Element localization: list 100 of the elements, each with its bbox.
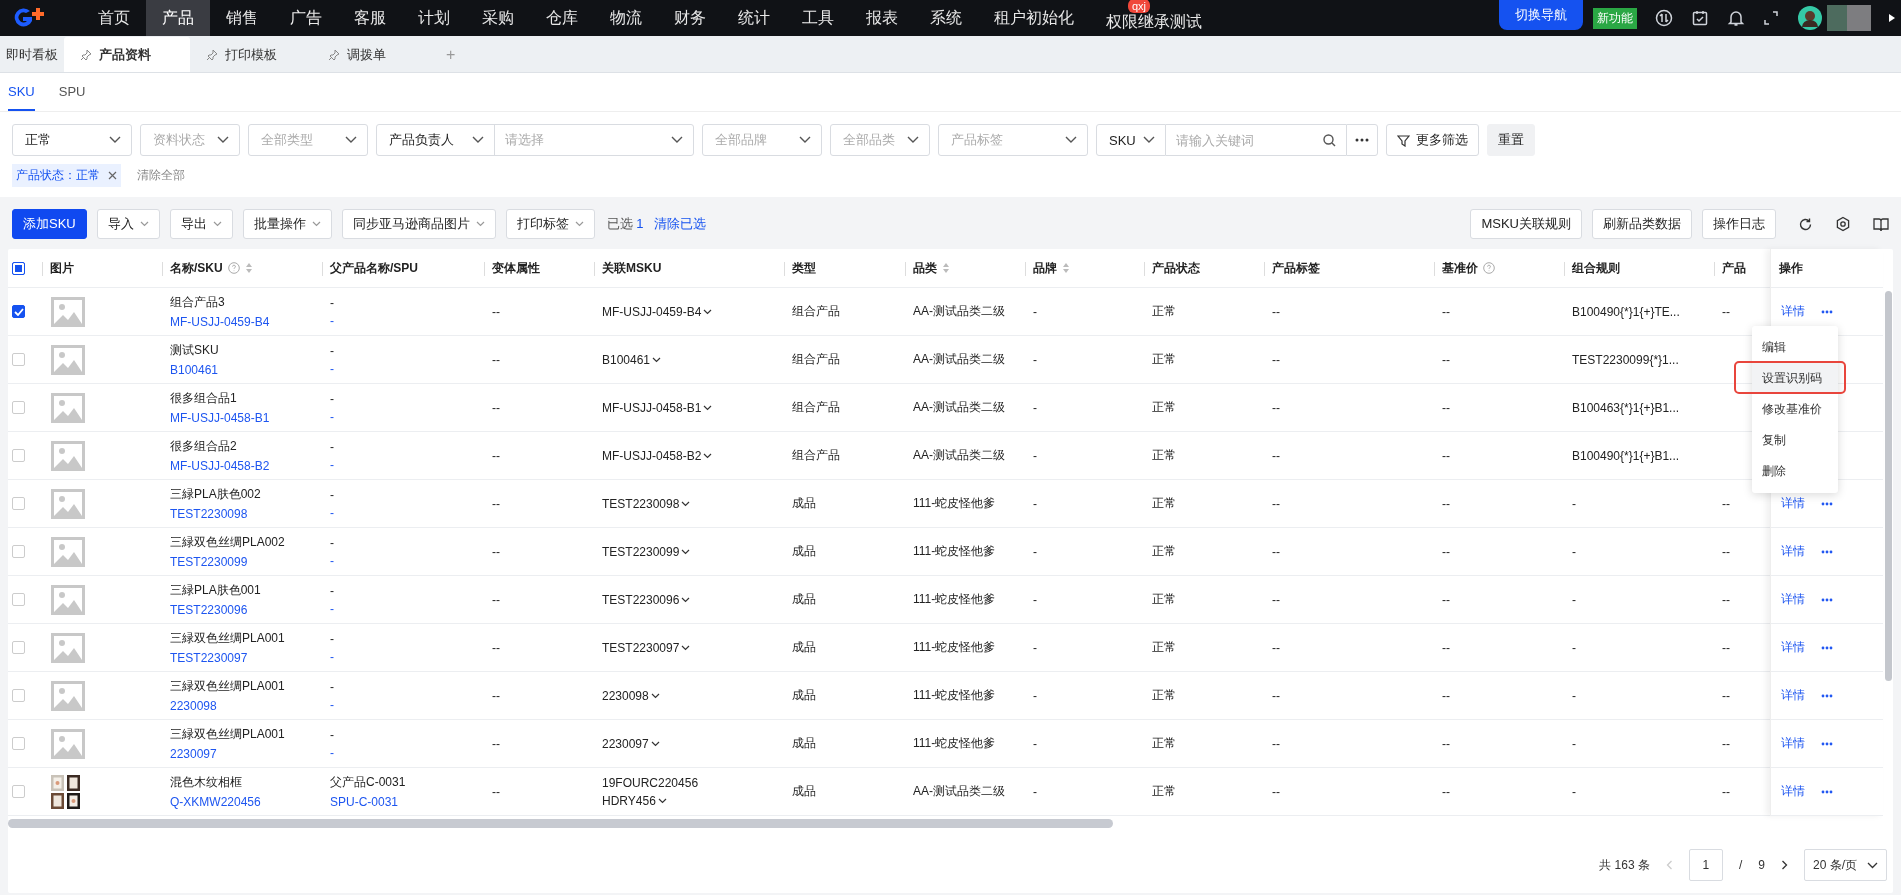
sku-link[interactable]: B100461 xyxy=(170,363,219,377)
more-icon[interactable] xyxy=(1821,645,1833,650)
nav-item[interactable]: 广告 xyxy=(274,0,338,36)
transfer-icon[interactable] xyxy=(1655,9,1673,27)
msku-value[interactable]: B100461 xyxy=(602,352,662,367)
pin-icon[interactable] xyxy=(328,48,340,61)
page-input[interactable]: 1 xyxy=(1688,849,1723,881)
close-icon[interactable] xyxy=(108,171,117,180)
dropdown-button[interactable]: 导入 xyxy=(96,209,160,239)
menu-item[interactable]: 设置识别码 xyxy=(1752,363,1838,394)
msku-value[interactable]: 2230097 xyxy=(602,736,660,751)
spu-link[interactable]: - xyxy=(330,313,334,328)
nav-item[interactable]: 物流 xyxy=(594,0,658,36)
spu-link[interactable]: - xyxy=(330,649,334,664)
select-all-checkbox[interactable] xyxy=(12,261,25,275)
refresh-icon[interactable] xyxy=(1798,216,1813,232)
caret-icon[interactable] xyxy=(1889,14,1895,22)
chevron-down-icon[interactable] xyxy=(703,404,713,411)
msku-value[interactable]: TEST2230099 xyxy=(602,544,691,559)
next-page-icon[interactable] xyxy=(1781,860,1788,870)
chevron-down-icon[interactable] xyxy=(703,308,713,315)
calendar-check-icon[interactable] xyxy=(1691,9,1709,27)
toolbar-button[interactable]: 刷新品类数据 xyxy=(1592,209,1692,239)
spu-link[interactable]: - xyxy=(330,457,334,472)
msku-value[interactable]: MF-USJJ-0458-B1 xyxy=(602,400,713,415)
chevron-down-icon[interactable] xyxy=(657,797,667,804)
clear-all-link[interactable]: 清除全部 xyxy=(137,167,185,184)
page-size-select[interactable]: 20 条/页 xyxy=(1804,849,1887,881)
pin-icon[interactable] xyxy=(206,48,218,61)
nav-item[interactable]: 财务 xyxy=(658,0,722,36)
msku-value[interactable]: TEST2230096 xyxy=(602,592,691,607)
menu-item[interactable]: 复制 xyxy=(1752,425,1838,456)
chevron-down-icon[interactable] xyxy=(703,452,713,459)
nav-item[interactable]: 租户初始化 xyxy=(978,0,1090,36)
more-icon[interactable] xyxy=(1821,309,1833,314)
chevron-down-icon[interactable] xyxy=(681,596,691,603)
menu-item[interactable]: 修改基准价 xyxy=(1752,394,1838,425)
spu-link[interactable]: - xyxy=(330,361,334,376)
msku-value[interactable]: MF-USJJ-0458-B2 xyxy=(602,448,713,463)
details-link[interactable]: 详情 xyxy=(1781,543,1805,560)
more-icon[interactable] xyxy=(1821,789,1833,794)
search-icon[interactable] xyxy=(1323,133,1336,147)
details-link[interactable]: 详情 xyxy=(1781,303,1805,320)
more-icon[interactable] xyxy=(1821,501,1833,506)
dropdown-button[interactable]: 打印标签 xyxy=(505,209,595,239)
spu-link[interactable]: - xyxy=(330,505,334,520)
page-tab[interactable]: 产品资料 xyxy=(64,37,190,72)
toolbar-button[interactable]: MSKU关联规则 xyxy=(1470,209,1582,239)
sku-link[interactable]: TEST2230097 xyxy=(170,651,248,665)
msku-value[interactable]: 2230098 xyxy=(602,688,660,703)
nav-item[interactable]: 权限继承测试 xyxy=(1090,13,1218,36)
chevron-down-icon[interactable] xyxy=(652,356,662,363)
nav-item[interactable]: 销售 xyxy=(210,0,274,36)
row-checkbox[interactable] xyxy=(12,305,25,318)
nav-item[interactable]: 采购 xyxy=(466,0,530,36)
menu-item[interactable]: 编辑 xyxy=(1752,332,1838,363)
details-link[interactable]: 详情 xyxy=(1781,687,1805,704)
dropdown-button[interactable]: 批量操作 xyxy=(242,209,332,239)
dropdown-button[interactable]: 导出 xyxy=(169,209,233,239)
sku-link[interactable]: TEST2230096 xyxy=(170,603,248,617)
clear-selected-link[interactable]: 清除已选 xyxy=(653,215,706,233)
nav-item[interactable]: 客服 xyxy=(338,0,402,36)
nav-item[interactable]: 报表 xyxy=(850,0,914,36)
switch-navigation-button[interactable]: 切换导航 xyxy=(1499,0,1583,30)
nav-item[interactable]: 仓库 xyxy=(530,0,594,36)
more-filters-button[interactable]: 更多筛选 xyxy=(1386,124,1479,156)
spu-link[interactable]: - xyxy=(330,553,334,568)
nav-item[interactable]: 首页 xyxy=(82,0,146,36)
toolbar-button[interactable]: 操作日志 xyxy=(1702,209,1776,239)
nav-item[interactable]: 工具 xyxy=(786,0,850,36)
chevron-down-icon[interactable] xyxy=(681,644,691,651)
book-icon[interactable] xyxy=(1873,216,1889,232)
settings-icon[interactable] xyxy=(1835,216,1851,232)
details-link[interactable]: 详情 xyxy=(1781,591,1805,608)
filter-tag[interactable]: 产品状态：正常 xyxy=(12,164,121,187)
chevron-down-icon[interactable] xyxy=(681,548,691,555)
spu-link[interactable]: SPU-C-0031 xyxy=(330,795,399,809)
fullscreen-icon[interactable] xyxy=(1763,10,1779,26)
avatar[interactable] xyxy=(1797,5,1823,31)
page-tab[interactable]: 即时看板 xyxy=(0,37,64,72)
msku-value[interactable]: TEST2230098 xyxy=(602,496,691,511)
sku-link[interactable]: Q-XKMW220456 xyxy=(170,795,261,809)
add-sku-button[interactable]: 添加SKU xyxy=(12,209,87,239)
details-link[interactable]: 详情 xyxy=(1781,639,1805,656)
bell-icon[interactable] xyxy=(1727,9,1745,27)
spu-link[interactable]: - xyxy=(330,601,334,616)
nav-item[interactable]: 计划 xyxy=(402,0,466,36)
sku-link[interactable]: MF-USJJ-0458-B1 xyxy=(170,411,270,425)
view-tab[interactable]: SPU xyxy=(58,73,86,111)
chevron-down-icon[interactable] xyxy=(650,692,660,699)
sku-link[interactable]: 2230097 xyxy=(170,747,217,761)
spu-link[interactable]: - xyxy=(330,409,334,424)
more-icon[interactable] xyxy=(1821,693,1833,698)
chevron-down-icon[interactable] xyxy=(650,740,660,747)
msku-value[interactable]: 19FOURC220456 xyxy=(602,775,699,790)
nav-item[interactable]: 系统 xyxy=(914,0,978,36)
details-link[interactable]: 详情 xyxy=(1781,495,1805,512)
more-icon[interactable] xyxy=(1821,597,1833,602)
page-tab[interactable]: 打印模板 xyxy=(190,37,312,72)
sku-link[interactable]: TEST2230099 xyxy=(170,555,248,569)
